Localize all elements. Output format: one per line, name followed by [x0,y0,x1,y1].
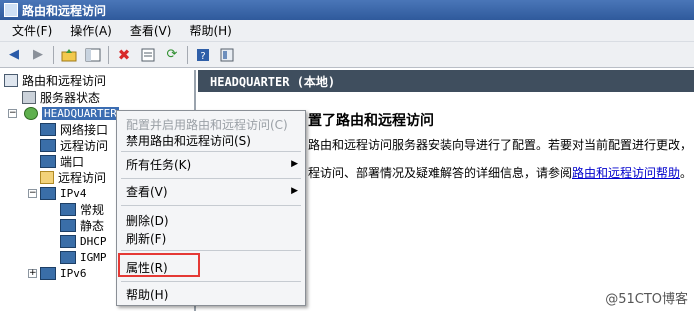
network-icon [40,154,56,168]
toolbar-separator [108,45,109,64]
tree-label-ipv4-general: 常规 [80,202,105,217]
submenu-arrow-icon: ▶ [291,186,298,196]
back-icon[interactable]: ◀ [4,45,24,65]
network-icon [60,234,76,248]
tree-item-ports[interactable]: 端口 [40,153,84,169]
window-title: 路由和远程访问 [22,3,107,18]
tree-item-headquarter[interactable]: HEADQUARTER [24,105,119,121]
menu-view[interactable]: 查看(V) [122,20,180,41]
tree-label-remote-clients: 远程访问 [60,138,109,153]
network-icon [60,250,76,264]
tree-item-network-interfaces[interactable]: 网络接口 [40,121,108,137]
menu-item-all-tasks-label: 所有任务(K) [126,157,192,172]
menu-separator [121,205,301,206]
menu-item-all-tasks[interactable]: 所有任务(K) ▶ [118,153,304,175]
network-icon [40,138,56,152]
tree-item-ipv4-static[interactable]: 静态 [60,217,104,233]
details-line-2-suffix: 。 [680,166,693,180]
tree-label-headquarter: HEADQUARTER [42,106,119,120]
menu-item-help[interactable]: 帮助(H) [118,283,304,305]
network-icon [60,218,76,232]
tree-label-server-status: 服务器状态 [40,90,101,105]
server-icon [22,90,36,104]
tree-label-ipv6: IPv6 [60,266,87,280]
details-header: HEADQUARTER (本地) [198,70,694,92]
title-bar: 路由和远程访问 [0,0,694,20]
tree-label-ports: 端口 [60,154,85,169]
details-line-1: 路由和远程访问服务器安装向导进行了配置。若要对当前配置进行更改， [308,138,693,152]
details-heading: 置了路由和远程访问 [308,113,434,129]
details-line-2: 程访问、部署情况及疑难解答的详细信息，请参阅路由和远程访问帮助。 [308,164,692,181]
server-status-icon [24,106,38,120]
folder-icon [40,170,54,184]
submenu-arrow-icon: ▶ [291,159,298,169]
tree-item-ipv6[interactable]: IPv6 [40,265,87,281]
tree-label-ipv4-igmp: IGMP [80,250,107,264]
context-menu: 配置并启用路由和远程访问(C) 禁用路由和远程访问(S) 所有任务(K) ▶ 查… [116,110,306,306]
tree-label-root: 路由和远程访问 [22,73,107,88]
tree-label-network-interfaces: 网络接口 [60,122,109,137]
toolbar: ◀ ▶ ✖ ⟳ ? [0,42,694,68]
tree-label-ipv4-static: 静态 [80,218,105,233]
menu-item-disable[interactable]: 禁用路由和远程访问(S) [118,129,304,151]
show-hide-tree-icon[interactable] [83,45,103,65]
network-icon [40,122,56,136]
delete-icon[interactable]: ✖ [114,45,134,65]
tree-item-root[interactable]: 路由和远程访问 [4,72,106,88]
properties-icon[interactable] [138,45,158,65]
tree-item-ipv4-igmp[interactable]: IGMP [60,249,107,265]
menu-separator [121,250,301,251]
menu-action[interactable]: 操作(A) [62,20,120,41]
tree-label-ipv4: IPv4 [60,186,87,200]
up-folder-icon[interactable] [59,45,79,65]
details-line-2-prefix: 程访问、部署情况及疑难解答的详细信息，请参阅 [308,166,573,180]
expand-toggle[interactable]: + [28,269,37,278]
network-icon [40,266,56,280]
app-icon [4,3,18,17]
help-icon[interactable]: ? [193,45,213,65]
routing-icon [4,73,18,87]
collapse-toggle[interactable]: − [8,109,17,118]
collapse-toggle[interactable]: − [28,189,37,198]
tree-item-ipv4-general[interactable]: 常规 [60,201,104,217]
menu-item-properties[interactable]: 属性(R) [118,256,304,278]
tree-item-remote-clients[interactable]: 远程访问 [40,137,108,153]
menu-item-view-label: 查看(V) [126,184,168,199]
network-icon [60,202,76,216]
refresh-icon[interactable]: ⟳ [162,45,182,65]
menu-separator [121,151,301,152]
menu-item-view[interactable]: 查看(V) ▶ [118,180,304,202]
menu-file[interactable]: 文件(F) [4,20,60,41]
tree-item-ipv4-dhcp[interactable]: DHCP [60,233,107,249]
tree-item-server-status[interactable]: 服务器状态 [22,89,100,105]
network-icon [40,186,56,200]
menu-bar: 文件(F) 操作(A) 查看(V) 帮助(H) [0,20,694,42]
tree-item-ipv4[interactable]: IPv4 [40,185,87,201]
watermark: @51CTO博客 [605,292,688,307]
menu-item-refresh[interactable]: 刷新(F) [118,227,304,249]
menu-separator [121,281,301,282]
menu-help[interactable]: 帮助(H) [181,20,239,41]
toolbar-separator [187,45,188,64]
toolbar-separator [53,45,54,64]
extra-icon[interactable] [217,45,237,65]
forward-icon[interactable]: ▶ [28,45,48,65]
tree-label-remote-logging: 远程访问 [58,170,107,185]
help-link[interactable]: 路由和远程访问帮助 [572,166,680,180]
tree-label-ipv4-dhcp: DHCP [80,234,107,248]
svg-text:?: ? [200,51,205,62]
tree-item-remote-logging[interactable]: 远程访问 [40,169,106,185]
menu-separator [121,178,301,179]
